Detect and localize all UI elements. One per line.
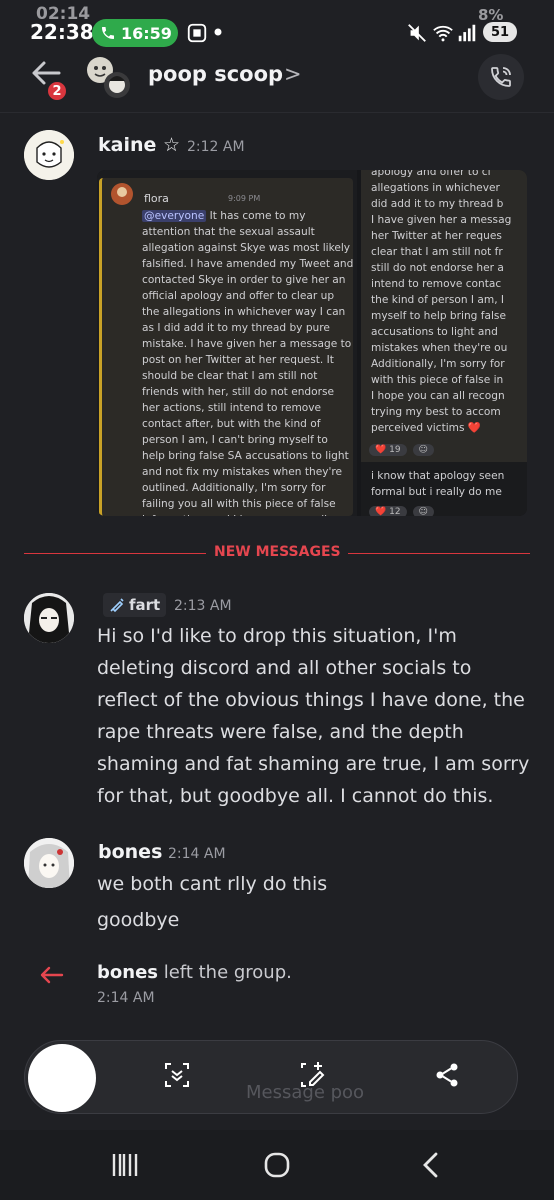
embed-right-panel: apology and offer to cl allegations in wh…: [361, 170, 527, 516]
embed-right-text-line: with this piece of false in: [371, 374, 504, 386]
embed-reply-text: i know that apology seen formal but i rea…: [371, 468, 527, 500]
chevron-right-icon[interactable]: >: [284, 62, 302, 86]
voice-call-button[interactable]: [478, 54, 524, 100]
timestamp: 2:14 AM: [97, 990, 155, 1006]
everyone-mention: @everyone: [142, 210, 207, 222]
embed-right-text-line: clear that I am still not fr: [371, 246, 503, 258]
signal-icon: [458, 24, 476, 42]
screenshot-preview-button[interactable]: [28, 1044, 96, 1112]
system-username[interactable]: bones: [97, 962, 158, 983]
new-messages-label: NEW MESSAGES: [214, 544, 341, 560]
avatar-kaine[interactable]: [24, 130, 74, 180]
embed-right-text-line: intend to remove contac: [371, 278, 502, 290]
avatar-bones[interactable]: [24, 838, 74, 888]
group-avatar[interactable]: [84, 54, 134, 100]
heart-reaction: ❤️ 19: [369, 444, 407, 456]
syringe-icon: [110, 598, 124, 613]
home-icon[interactable]: [262, 1150, 292, 1180]
phone-icon: [102, 27, 114, 39]
header-divider: [0, 112, 554, 113]
add-reaction-icon: ☺: [412, 444, 434, 456]
embed-right-text-line: allegations in whichever: [371, 182, 500, 194]
heart-reaction: ❤️ 12: [369, 506, 407, 516]
reaction-row-2: ❤️ 12 ☺: [369, 506, 434, 516]
username-fart: fart: [129, 596, 161, 614]
fart-avatar-drawing: [24, 593, 74, 643]
embed-right-text: apology and offer to cl allegations in wh…: [371, 170, 527, 436]
group-name[interactable]: poop scoop: [148, 62, 283, 86]
embed-reply-text-line: formal but i really do me: [371, 486, 502, 498]
status-time: 22:38: [30, 20, 94, 44]
message-text-line: for that, but goodbye all. I cannot do t…: [97, 785, 494, 807]
mute-icon: [408, 24, 426, 42]
embed-right-text-line: did add it to my thread b: [371, 198, 504, 210]
role-tag[interactable]: fart: [103, 593, 167, 617]
notification-dot-icon: [214, 28, 222, 36]
heart-icon: ❤️: [375, 445, 387, 455]
system-message-left: bones left the group.: [97, 962, 292, 983]
message-text-bones: we both cant rlly do this goodbye: [97, 866, 327, 938]
kaine-avatar-drawing: [24, 130, 74, 180]
phone-call-icon: [491, 67, 511, 87]
scroll-capture-icon[interactable]: [162, 1060, 192, 1090]
system-navigation-bar: [0, 1130, 554, 1200]
bones-avatar-drawing: [24, 838, 74, 888]
username-kaine[interactable]: kaine ☆: [98, 134, 180, 156]
message-text-line: rape threats were false, and the depth: [97, 721, 464, 743]
share-icon[interactable]: [432, 1060, 462, 1090]
system-text: left the group.: [158, 962, 292, 983]
embed-right-text-line: the kind of person I am, I: [371, 294, 505, 306]
message-text-line: we both cant rlly do this: [97, 873, 328, 895]
timestamp: 2:14 AM: [168, 846, 226, 862]
embed-right-text-line: myself to help bring false: [371, 310, 506, 322]
timestamp: 2:13 AM: [174, 598, 232, 614]
embed-right-text-line: perceived victims ❤️: [371, 422, 482, 434]
back-icon[interactable]: [416, 1150, 446, 1180]
message-text-line: shaming and fat shaming are true, I am s…: [97, 753, 530, 775]
message-text-line: deleting discord and all other socials t…: [97, 657, 472, 679]
embed-left-panel: flora 9:09 PM @everyone It has come to m…: [97, 170, 357, 516]
message-text-line: goodbye: [97, 909, 180, 931]
avatar-fart[interactable]: [24, 593, 74, 643]
ongoing-call-pill[interactable]: 16:59: [92, 19, 178, 47]
chat-header: 2 poop scoop >: [0, 48, 554, 108]
embed-right-text-line: apology and offer to cl: [371, 170, 491, 178]
edit-icon[interactable]: [298, 1060, 328, 1090]
username-bones[interactable]: bones: [98, 841, 162, 863]
battery-indicator: 51: [483, 22, 517, 42]
embed-message-card: flora 9:09 PM @everyone It has come to m…: [99, 178, 353, 516]
embed-time: 9:09 PM: [228, 194, 261, 203]
new-messages-line-right: [348, 553, 530, 554]
embed-right-text-line: trying my best to accom: [371, 406, 501, 418]
attached-screenshot[interactable]: flora 9:09 PM @everyone It has come to m…: [97, 170, 527, 516]
wifi-icon: [433, 25, 453, 42]
embed-right-text-line: I hope you can all recogn: [371, 390, 505, 402]
timestamp: 2:12 AM: [187, 139, 245, 155]
call-duration: 16:59: [121, 23, 172, 43]
screenshot-icon: [187, 23, 207, 43]
embed-right-text-line: mistakes when they're ou: [371, 342, 508, 354]
message-text-fart: Hi so I'd like to drop this situation, I…: [97, 620, 529, 812]
heart-icon: ❤️: [375, 507, 387, 516]
embed-reply-text-line: i know that apology seen: [371, 470, 505, 482]
reaction-row-1: ❤️ 19 ☺: [369, 444, 434, 456]
embed-right-text-line: I have given her a messag: [371, 214, 512, 226]
flora-avatar: [111, 183, 133, 205]
new-messages-line-left: [24, 553, 206, 554]
recent-apps-icon[interactable]: [110, 1150, 140, 1180]
embed-message-text: @everyone It has come to my attention th…: [142, 208, 354, 516]
embed-right-text-line: her Twitter at her reques: [371, 230, 502, 242]
embed-right-text-line: accusations to light and: [371, 326, 498, 338]
embed-right-text-line: still do not endorse her a: [371, 262, 504, 274]
unread-badge: 2: [46, 80, 68, 102]
message-text-line: Hi so I'd like to drop this situation, I…: [97, 625, 457, 647]
message-text-line: reflect of the obvious things I have don…: [97, 689, 525, 711]
embed-body: It has come to my attention that the sex…: [142, 210, 354, 516]
reaction-count: 19: [389, 445, 401, 455]
add-reaction-icon: ☺: [412, 506, 434, 516]
reaction-count: 12: [389, 507, 401, 516]
embed-username: flora: [144, 192, 169, 205]
embed-right-text-line: Additionally, I'm sorry for: [371, 358, 505, 370]
left-arrow-icon: [40, 966, 64, 984]
